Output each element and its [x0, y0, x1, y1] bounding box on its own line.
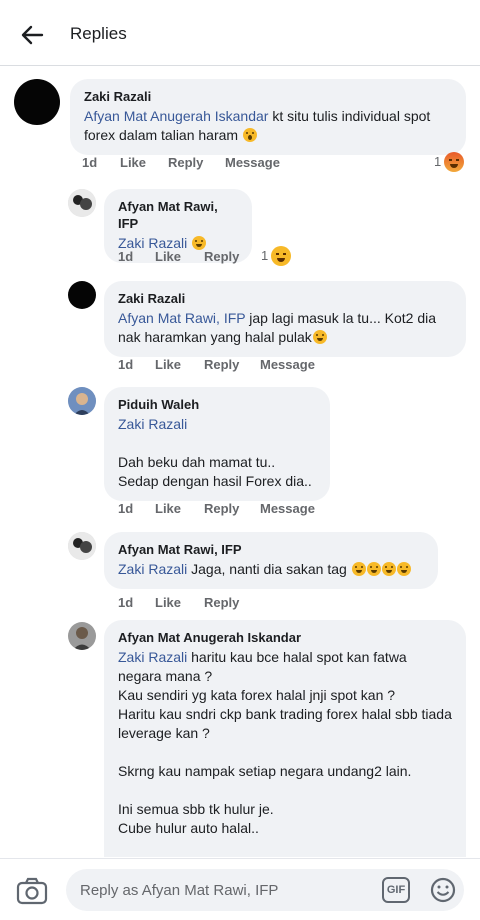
like-button[interactable]: Like: [155, 357, 181, 372]
mention-link[interactable]: Afyan Mat Rawi, IFP: [118, 310, 245, 326]
comment-actions: 1d Like Reply: [118, 595, 318, 613]
comment-author[interactable]: Afyan Mat Rawi, IFP: [118, 198, 238, 232]
mention-link[interactable]: Afyan Mat Anugerah Iskandar: [84, 108, 268, 124]
reply-button[interactable]: Reply: [204, 357, 239, 372]
profile-photo-icon: [68, 622, 96, 650]
reaction-count: 1: [261, 248, 269, 263]
laughing-emoji-icon: [312, 330, 327, 344]
timestamp: 1d: [118, 249, 134, 264]
avatar[interactable]: [14, 79, 60, 125]
reaction-summary[interactable]: 1: [434, 152, 468, 172]
like-button[interactable]: Like: [120, 155, 146, 170]
comment-author[interactable]: Piduih Waleh: [118, 396, 316, 413]
mention-link[interactable]: Zaki Razali: [118, 416, 187, 432]
angry-reaction-icon: [444, 152, 464, 172]
laughing-emoji-icon: [351, 562, 366, 576]
timestamp: 1d: [118, 357, 134, 372]
comment-author[interactable]: Afyan Mat Anugerah Iskandar: [118, 629, 452, 646]
reply-button[interactable]: Reply: [204, 249, 239, 264]
like-button[interactable]: Like: [155, 249, 181, 264]
reply-composer: GIF: [0, 858, 480, 920]
comment-text: Afyan Mat Anugerah Iskandar kt situ tuli…: [84, 108, 431, 143]
comment-bubble: Afyan Mat Rawi, IFP Zaki Razali Jaga, na…: [104, 532, 438, 589]
avatar[interactable]: [68, 622, 96, 650]
comment-text: Zaki Razali haritu kau bce halal spot ka…: [118, 649, 452, 836]
timestamp: 1d: [118, 595, 134, 610]
laughing-emoji-icon: [366, 562, 381, 576]
profile-photo-icon: [68, 387, 96, 415]
face-emoji-icon: [242, 128, 257, 142]
comment-text: Zaki Razali Jaga, nanti dia sakan tag: [118, 560, 424, 579]
comment-body: Dah beku dah mamat tu.. Sedap dengan has…: [118, 454, 312, 489]
haha-reaction-icon: [271, 246, 291, 266]
laughing-emoji-icon: [396, 562, 411, 576]
message-button[interactable]: Message: [260, 501, 315, 516]
mention-link[interactable]: Zaki Razali: [118, 561, 187, 577]
mention-link[interactable]: Zaki Razali: [118, 649, 187, 665]
reply-button[interactable]: Reply: [168, 155, 203, 170]
gif-icon[interactable]: GIF: [382, 877, 410, 903]
replies-feed[interactable]: Zaki Razali Afyan Mat Anugerah Iskandar …: [0, 67, 480, 857]
comment-author[interactable]: Afyan Mat Rawi, IFP: [118, 541, 424, 558]
like-button[interactable]: Like: [155, 501, 181, 516]
comment-item: Afyan Mat Rawi, IFP Zaki Razali Jaga, na…: [0, 528, 480, 618]
comment-author[interactable]: Zaki Razali: [84, 88, 452, 105]
emoji-icon[interactable]: [430, 877, 456, 903]
comment-item: Zaki Razali Afyan Mat Rawi, IFP jap lagi…: [0, 277, 480, 377]
comment-item: Piduih Waleh Zaki Razali Dah beku dah ma…: [0, 385, 480, 519]
avatar[interactable]: [68, 281, 96, 309]
comment-item: Zaki Razali Afyan Mat Anugerah Iskandar …: [0, 67, 480, 177]
reaction-count: 1: [434, 154, 442, 169]
back-arrow-icon[interactable]: [16, 19, 48, 51]
like-button[interactable]: Like: [155, 595, 181, 610]
comment-actions: 1d Like Reply Message: [118, 501, 418, 519]
app-header: Replies: [0, 0, 480, 66]
comment-author[interactable]: Zaki Razali: [118, 290, 452, 307]
comment-item: Afyan Mat Anugerah Iskandar Zaki Razali …: [0, 618, 480, 857]
comment-bubble: Zaki Razali Afyan Mat Anugerah Iskandar …: [70, 79, 466, 155]
timestamp: 1d: [82, 155, 98, 170]
comment-bubble: Zaki Razali Afyan Mat Rawi, IFP jap lagi…: [104, 281, 466, 357]
comment-bubble: Afyan Mat Anugerah Iskandar Zaki Razali …: [104, 620, 466, 857]
comment-text: Afyan Mat Rawi, IFP jap lagi masuk la tu…: [118, 310, 437, 345]
profile-photo-icon: [68, 189, 96, 217]
avatar[interactable]: [68, 387, 96, 415]
laughing-emoji-icon: [192, 236, 207, 250]
profile-photo-icon: [68, 532, 96, 560]
reaction-summary[interactable]: 1: [261, 246, 295, 266]
message-button[interactable]: Message: [225, 155, 280, 170]
comment-text: Zaki Razali: [118, 415, 316, 434]
avatar[interactable]: [68, 189, 96, 217]
avatar[interactable]: [68, 532, 96, 560]
comment-actions: 1d Like Reply Message: [82, 155, 382, 173]
comment-actions: 1d Like Reply Message: [118, 357, 418, 375]
page-title: Replies: [70, 24, 127, 43]
message-button[interactable]: Message: [260, 357, 315, 372]
laughing-emoji-icon: [381, 562, 396, 576]
reply-button[interactable]: Reply: [204, 595, 239, 610]
comment-bubble: Piduih Waleh Zaki Razali Dah beku dah ma…: [104, 387, 330, 501]
comment-item: Afyan Mat Rawi, IFP Zaki Razali 1d Like …: [0, 185, 480, 275]
timestamp: 1d: [118, 501, 134, 516]
camera-icon[interactable]: [16, 876, 48, 906]
reply-button[interactable]: Reply: [204, 501, 239, 516]
